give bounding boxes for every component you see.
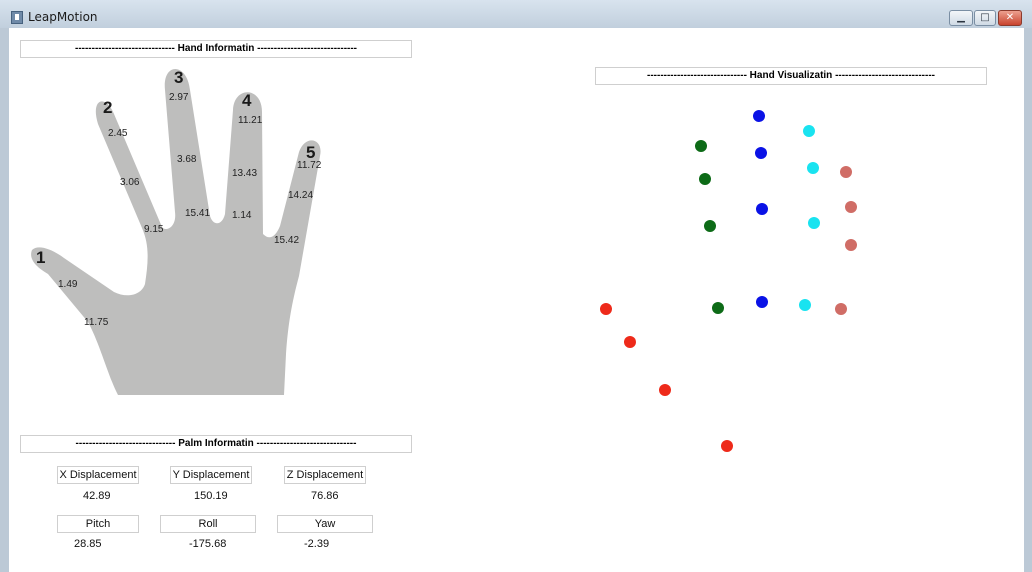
finger-2-value-3: 9.15 <box>144 224 164 235</box>
middle-joint-point <box>753 110 765 122</box>
hand-info-header: ------------------------------ Hand Info… <box>20 40 412 58</box>
hand-silhouette <box>31 69 321 395</box>
minimize-button[interactable]: ▁ <box>949 10 973 26</box>
index-joint-point <box>704 220 716 232</box>
finger-5-value-1: 11.72 <box>297 160 322 171</box>
thumb-joint-point <box>600 303 612 315</box>
middle-joint-point <box>755 147 767 159</box>
middle-joint-point <box>756 203 768 215</box>
roll-label: Roll <box>160 515 256 533</box>
pinky-joint-point <box>840 166 852 178</box>
hand-visualization <box>600 110 857 452</box>
pinky-joint-point <box>845 239 857 251</box>
pitch-label: Pitch <box>57 515 139 533</box>
close-icon: ✕ <box>1005 12 1015 23</box>
finger-1-value-1: 1.49 <box>58 279 78 290</box>
ring-joint-point <box>799 299 811 311</box>
finger-2-value-2: 3.06 <box>120 177 140 188</box>
maximize-icon: □ <box>980 12 990 23</box>
thumb-joint-point <box>624 336 636 348</box>
finger-4-value-1: 11.21 <box>238 115 263 126</box>
window-title: LeapMotion <box>28 10 98 24</box>
index-joint-point <box>712 302 724 314</box>
maximize-button[interactable]: □ <box>974 10 996 26</box>
finger-1-value-2: 11.75 <box>84 317 109 328</box>
finger-5-value-2: 14.24 <box>288 190 314 201</box>
yaw-value: -2.39 <box>304 538 330 550</box>
finger-4-value-2: 13.43 <box>232 168 258 179</box>
close-button[interactable]: ✕ <box>998 10 1022 26</box>
pinky-joint-point <box>845 201 857 213</box>
x-displacement-label: X Displacement <box>57 466 139 484</box>
thumb-joint-point <box>659 384 671 396</box>
finger-3-number: 3 <box>174 68 184 87</box>
index-joint-point <box>699 173 711 185</box>
z-displacement-label: Z Displacement <box>284 466 366 484</box>
roll-value: -175.68 <box>189 538 227 550</box>
ring-joint-point <box>803 125 815 137</box>
finger-4-number: 4 <box>242 91 252 110</box>
yaw-label: Yaw <box>277 515 373 533</box>
thumb-joint-point <box>721 440 733 452</box>
middle-joint-point <box>756 296 768 308</box>
app-icon <box>11 11 23 24</box>
pinky-joint-point <box>835 303 847 315</box>
finger-1-number: 1 <box>36 248 46 267</box>
finger-3-value-2: 3.68 <box>177 154 197 165</box>
finger-4-value-3: 1.14 <box>232 210 252 221</box>
y-displacement-value: 150.19 <box>194 490 228 502</box>
x-displacement-value: 42.89 <box>83 490 111 502</box>
title-bar[interactable]: LeapMotion ▁ □ ✕ <box>0 0 1032 28</box>
ring-joint-point <box>808 217 820 229</box>
pitch-value: 28.85 <box>74 538 102 550</box>
z-displacement-value: 76.86 <box>311 490 339 502</box>
palm-info-header: ------------------------------ Palm Info… <box>20 435 412 453</box>
finger-3-value-3: 15.41 <box>185 208 211 219</box>
finger-3-value-1: 2.97 <box>169 92 189 103</box>
ring-joint-point <box>807 162 819 174</box>
y-displacement-label: Y Displacement <box>170 466 252 484</box>
finger-2-number: 2 <box>103 98 113 117</box>
hand-visualization-header: ------------------------------ Hand Visu… <box>595 67 987 85</box>
index-joint-point <box>695 140 707 152</box>
minimize-icon: ▁ <box>957 12 965 23</box>
hand-diagram: 1 1.49 11.75 2 2.45 3.06 9.15 3 2.97 3.6… <box>22 62 327 400</box>
finger-5-value-3: 15.42 <box>274 235 300 246</box>
finger-2-value-1: 2.45 <box>108 128 128 139</box>
